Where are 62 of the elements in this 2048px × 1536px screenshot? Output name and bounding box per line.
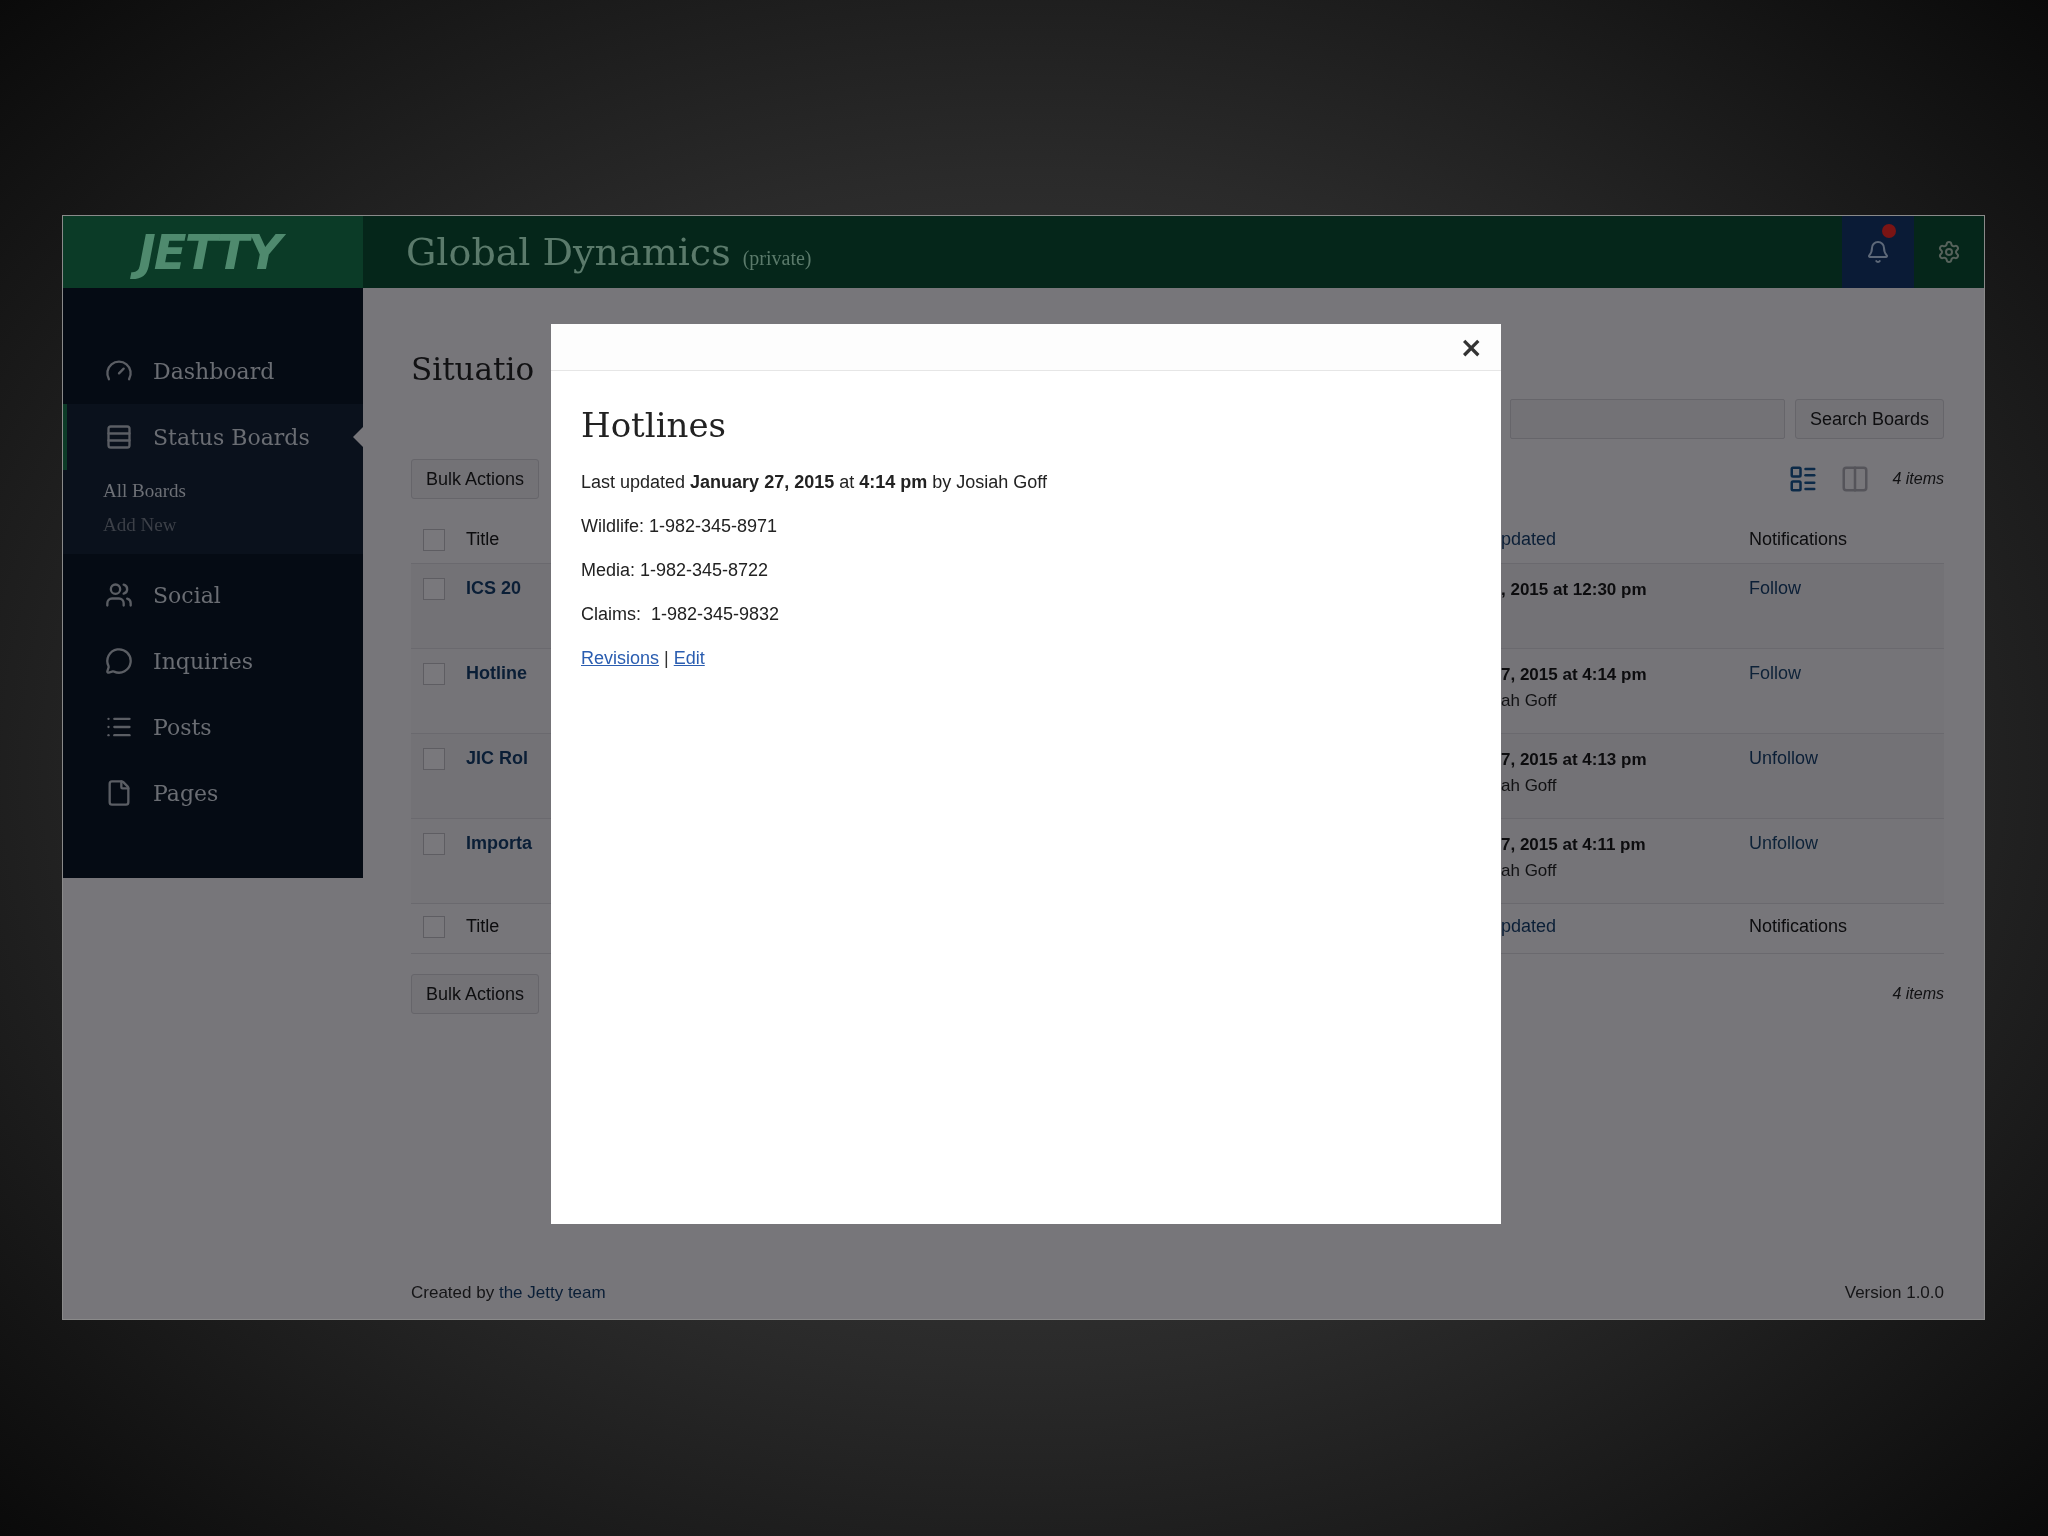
- checkbox[interactable]: [423, 663, 445, 685]
- column-header: Title: [466, 529, 500, 550]
- bulk-actions-dropdown[interactable]: Bulk Actions: [411, 974, 540, 1014]
- sidebar-item[interactable]: Status Boards: [63, 404, 363, 470]
- board-title-link[interactable]: Importa: [466, 833, 532, 854]
- checkbox[interactable]: [423, 833, 445, 855]
- column-header[interactable]: pdated: [1501, 916, 1557, 937]
- item-count: 4 items: [1892, 985, 1944, 1003]
- site-visibility: (private): [742, 247, 812, 270]
- speech-bubble-icon: [105, 647, 133, 675]
- page-title: Situatio: [411, 350, 535, 389]
- column-header: Notifications: [1749, 916, 1848, 937]
- author-name: ah Goff: [1501, 691, 1557, 711]
- bell-icon: [1866, 240, 1890, 264]
- grid-view-icon[interactable]: [1840, 464, 1871, 494]
- version-text: Version 1.0.0: [1844, 1283, 1944, 1303]
- checkbox[interactable]: [423, 529, 445, 551]
- team-link[interactable]: the Jetty team: [498, 1283, 606, 1302]
- credit-text: Created by: [411, 1283, 495, 1302]
- bulk-actions-dropdown[interactable]: Bulk Actions: [411, 459, 540, 499]
- board-title-link[interactable]: JIC Rol: [466, 748, 528, 769]
- link-separator: |: [664, 648, 669, 669]
- unfollow-link[interactable]: Unfollow: [1749, 833, 1819, 854]
- settings-icon[interactable]: [1937, 240, 1961, 264]
- sidebar-item[interactable]: Posts: [63, 694, 363, 760]
- item-count: 4 items: [1892, 470, 1944, 488]
- sidebar-item[interactable]: Dashboard: [63, 338, 363, 404]
- revisions-link[interactable]: Revisions: [581, 648, 660, 669]
- users-icon: [105, 581, 133, 609]
- column-header: Notifications: [1749, 529, 1848, 550]
- edit-link[interactable]: Edit: [673, 648, 705, 669]
- unfollow-link[interactable]: Unfollow: [1749, 748, 1819, 769]
- active-pointer: [353, 426, 364, 448]
- checkbox[interactable]: [423, 916, 445, 938]
- sidebar-item[interactable]: Pages: [63, 760, 363, 826]
- updated-date: 7, 2015 at 4:14 pm: [1501, 665, 1647, 685]
- notifications-button[interactable]: [1842, 216, 1914, 288]
- sidebar-item[interactable]: Social: [63, 562, 363, 628]
- board-title-link[interactable]: Hotline: [466, 663, 527, 684]
- sidebar-subitem[interactable]: All Boards: [103, 480, 186, 502]
- site-title: Global Dynamics: [406, 230, 731, 274]
- author-name: ah Goff: [1501, 861, 1557, 881]
- updated-date: , 2015 at 12:30 pm: [1501, 580, 1647, 600]
- updated-date: 7, 2015 at 4:11 pm: [1501, 835, 1646, 855]
- column-header[interactable]: pdated: [1501, 529, 1557, 550]
- search-button[interactable]: Search Boards: [1794, 399, 1944, 439]
- rows-icon: [105, 423, 133, 451]
- close-button[interactable]: ×: [1455, 330, 1487, 364]
- hotline-text: Claims: 1-982-345-9832: [581, 604, 780, 625]
- follow-link[interactable]: Follow: [1749, 578, 1801, 599]
- follow-link[interactable]: Follow: [1749, 663, 1801, 684]
- modal-title: Hotlines: [581, 405, 726, 445]
- board-title-link[interactable]: ICS 20: [466, 578, 522, 599]
- checkbox[interactable]: [423, 578, 445, 600]
- updated-date: 7, 2015 at 4:13 pm: [1501, 750, 1647, 770]
- author-name: ah Goff: [1501, 776, 1557, 796]
- sidebar-item[interactable]: Inquiries: [63, 628, 363, 694]
- checkbox[interactable]: [423, 748, 445, 770]
- hotline-text: Media: 1-982-345-8722: [581, 560, 769, 581]
- column-header: Title: [466, 916, 500, 937]
- hotline-text: Wildlife: 1-982-345-8971: [581, 516, 778, 537]
- last-updated-text: Last updated January 27, 2015 at 4:14 pm by Josiah Goff: [581, 472, 1047, 493]
